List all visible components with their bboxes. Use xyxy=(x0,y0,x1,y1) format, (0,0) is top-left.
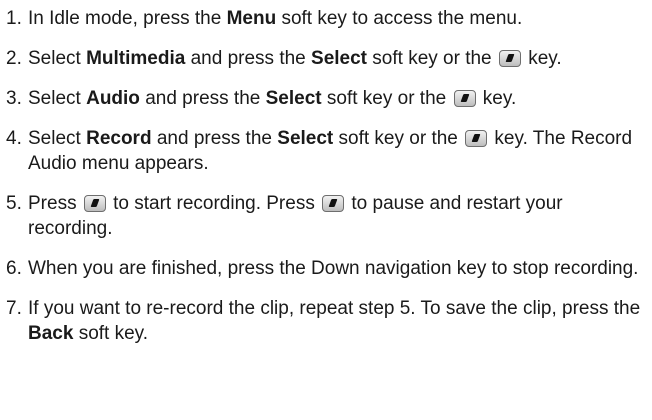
step-number: 5. xyxy=(6,193,22,214)
step-text-run: If you want to re-record the clip, repea… xyxy=(28,298,641,319)
select-key-icon xyxy=(453,90,476,107)
step-text-run: soft key or the xyxy=(333,128,464,149)
select-key-icon xyxy=(498,50,521,67)
step-text-run: and press the xyxy=(151,128,278,149)
step-text-run: In Idle mode, press the xyxy=(28,8,227,29)
step-text-run: key. xyxy=(522,48,562,69)
step-text-run: Press xyxy=(28,193,82,214)
step-text-run: When you are finished, press the Down na… xyxy=(28,258,639,279)
step-number: 7. xyxy=(6,298,22,319)
step-text-run: soft key or the xyxy=(367,48,497,69)
step-item: 6. When you are finished, press the Down … xyxy=(6,256,646,281)
step-text-run: soft key to access the menu. xyxy=(276,8,523,29)
step-text-run: soft key. xyxy=(73,323,149,344)
step-number: 1. xyxy=(6,8,22,29)
select-key-icon xyxy=(83,195,106,212)
step-number: 3. xyxy=(6,88,22,109)
step-item: 4. Select Record and press the Select sof… xyxy=(6,126,646,176)
key-name: Select xyxy=(311,48,368,69)
key-name: Menu xyxy=(226,8,277,29)
step-text: Press to start recording. Press to pause… xyxy=(28,191,646,241)
key-name: Select xyxy=(277,128,334,149)
step-item: 1. In Idle mode, press the Menu soft key … xyxy=(6,6,646,31)
step-list: 1. In Idle mode, press the Menu soft key … xyxy=(6,6,646,346)
key-name: Back xyxy=(28,323,74,344)
step-item: 2. Select Multimedia and press the Select… xyxy=(6,46,646,71)
step-number: 4. xyxy=(6,128,22,149)
step-item: 3. Select Audio and press the Select soft… xyxy=(6,86,646,111)
step-text: If you want to re-record the clip, repea… xyxy=(28,296,646,346)
step-item: 5. Press to start recording. Press to pau… xyxy=(6,191,646,241)
step-number: 6. xyxy=(6,258,22,279)
instruction-page: 1. In Idle mode, press the Menu soft key … xyxy=(0,0,652,420)
key-name: Select xyxy=(265,88,322,109)
step-text: In Idle mode, press the Menu soft key to… xyxy=(28,6,646,31)
step-text: Select Record and press the Select soft … xyxy=(28,126,646,176)
step-number: 2. xyxy=(6,48,22,69)
step-text-run: Select xyxy=(28,128,87,149)
key-name: Multimedia xyxy=(86,48,186,69)
step-text-run: and press the xyxy=(139,88,266,109)
step-text: Select Audio and press the Select soft k… xyxy=(28,86,646,111)
step-text-run: Select xyxy=(28,48,87,69)
key-name: Record xyxy=(86,128,152,149)
key-name: Audio xyxy=(86,88,140,109)
select-key-icon xyxy=(465,130,488,147)
step-text: Select Multimedia and press the Select s… xyxy=(28,46,646,71)
step-text-run: and press the xyxy=(185,48,312,69)
step-text-run: soft key or the xyxy=(321,88,452,109)
step-text-run: Select xyxy=(28,88,87,109)
step-text-run: to start recording. Press xyxy=(107,193,321,214)
step-text: When you are finished, press the Down na… xyxy=(28,256,646,281)
select-key-icon xyxy=(322,195,345,212)
step-item: 7. If you want to re-record the clip, rep… xyxy=(6,296,646,346)
step-text-run: key. xyxy=(477,88,517,109)
